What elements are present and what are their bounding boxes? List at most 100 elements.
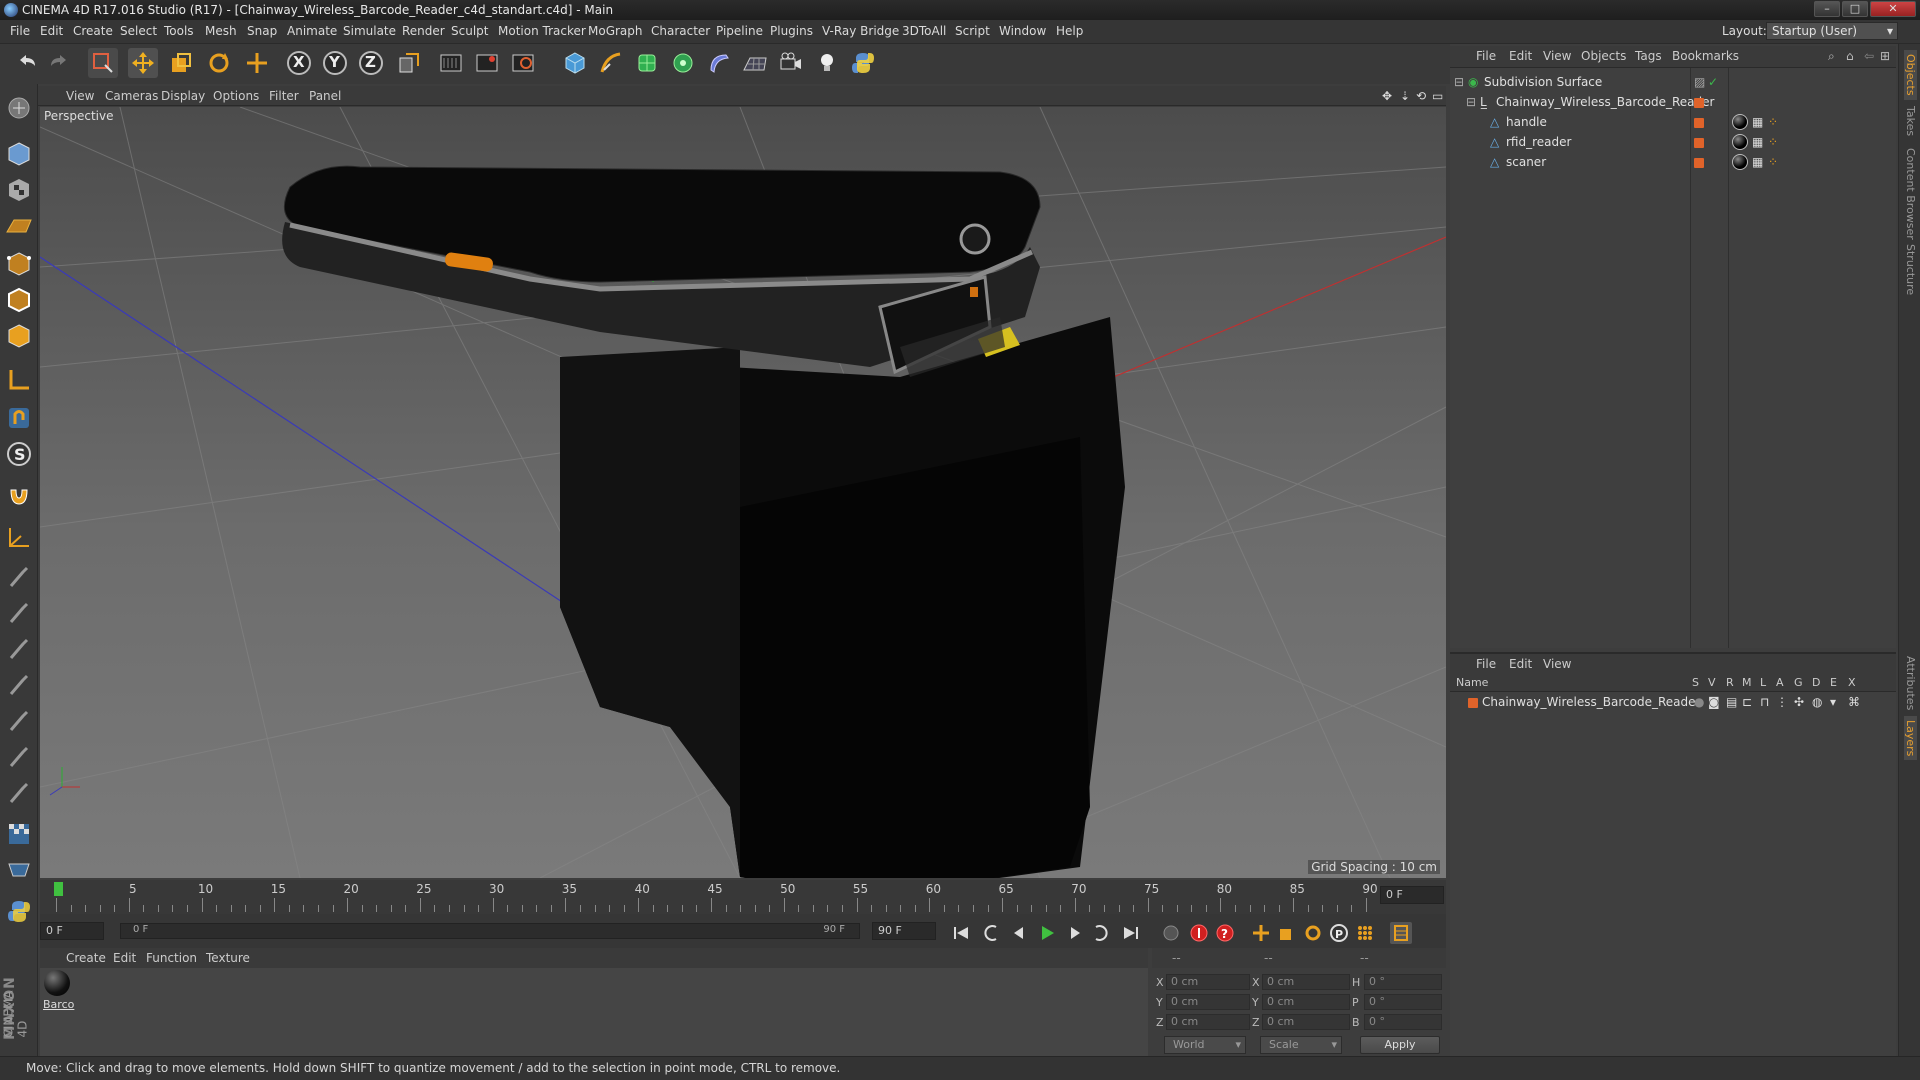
menu-help[interactable]: Help xyxy=(1056,24,1083,38)
key-position-button[interactable] xyxy=(1250,922,1272,944)
generator-icon[interactable]: ✣ xyxy=(1794,695,1804,709)
redo-button[interactable] xyxy=(44,48,74,78)
home-icon[interactable]: ⌂ xyxy=(1846,49,1854,63)
python-button[interactable] xyxy=(848,48,878,78)
material-tag-icon[interactable] xyxy=(1732,114,1748,130)
menu-mograph[interactable]: MoGraph xyxy=(588,24,643,38)
sculpt-grab-button[interactable] xyxy=(3,778,35,810)
edges-mode-button[interactable] xyxy=(3,284,35,316)
polygons-mode-button[interactable] xyxy=(3,320,35,352)
object-menu-file[interactable]: File xyxy=(1476,49,1496,63)
lock-icon[interactable]: ⊓ xyxy=(1760,695,1769,709)
material-menu-texture[interactable]: Texture xyxy=(206,951,250,965)
tab-content-browser[interactable]: Content Browser xyxy=(1904,148,1917,240)
new-view-icon[interactable]: ⊞ xyxy=(1880,49,1890,63)
coord-pos-y-field[interactable]: 0 cm xyxy=(1166,994,1250,1010)
layout-select[interactable]: Startup (User) ▾ xyxy=(1766,22,1898,40)
key-pla-button[interactable] xyxy=(1354,922,1376,944)
y-axis-button[interactable]: Y xyxy=(320,48,350,78)
sculpt-knife-button[interactable] xyxy=(3,742,35,774)
object-menu-bookmarks[interactable]: Bookmarks xyxy=(1672,49,1739,63)
uvw-tag-icon[interactable]: ▦ xyxy=(1752,115,1763,129)
minimize-button[interactable]: – xyxy=(1814,1,1840,17)
playhead[interactable] xyxy=(54,882,63,896)
solo-icon[interactable]: ● xyxy=(1694,695,1704,709)
go-to-start-button[interactable] xyxy=(950,922,972,944)
tab-structure[interactable]: Structure xyxy=(1904,244,1917,295)
layer-color-swatch[interactable] xyxy=(1694,97,1704,111)
material-swatch[interactable]: Barco xyxy=(42,970,74,1011)
snap-button[interactable]: S xyxy=(3,438,35,470)
viewport-menu-filter[interactable]: Filter xyxy=(269,89,299,103)
move-button[interactable] xyxy=(128,48,158,78)
animation-icon[interactable]: ⋮ xyxy=(1776,695,1788,709)
coord-pos-x-field[interactable]: 0 cm xyxy=(1166,974,1250,990)
object-row[interactable]: △ handle ▦ ⁘ xyxy=(1450,112,1896,132)
points-mode-button[interactable] xyxy=(3,248,35,280)
perspective-viewport[interactable]: Perspective Grid Spacing : 10 cm xyxy=(40,107,1446,878)
end-frame-field[interactable]: 90 F xyxy=(872,922,936,940)
python-script-button[interactable] xyxy=(3,896,35,928)
coord-rot-b-field[interactable]: 0 ° xyxy=(1364,1014,1442,1030)
maximize-button[interactable]: □ xyxy=(1842,1,1868,17)
sculpt-smooth-button[interactable] xyxy=(3,598,35,630)
coord-pos-z-field[interactable]: 0 cm xyxy=(1166,1014,1250,1030)
deformer-button[interactable] xyxy=(704,48,734,78)
timeline-layout-button[interactable] xyxy=(1390,922,1412,944)
menu-animate[interactable]: Animate xyxy=(287,24,337,38)
object-row[interactable]: ⊟ ◉ Subdivision Surface ▨ ✓ xyxy=(1450,72,1896,92)
live-selection-button[interactable] xyxy=(88,48,118,78)
render-clapper-icon[interactable]: ▤ xyxy=(1726,695,1737,709)
expression-icon[interactable]: ▾ xyxy=(1830,695,1836,709)
menu-mesh[interactable]: Mesh xyxy=(205,24,237,38)
viewport-menu-display[interactable]: Display xyxy=(161,89,205,103)
object-row[interactable]: ⊟ L̲ Chainway_Wireless_Barcode_Reader xyxy=(1450,92,1896,112)
enabled-check-icon[interactable]: ✓ xyxy=(1708,75,1718,89)
menu-window[interactable]: Window xyxy=(999,24,1046,38)
key-scale-button[interactable] xyxy=(1276,922,1298,944)
current-frame-field[interactable]: 0 F xyxy=(1380,886,1444,904)
coord-mode-select[interactable]: Scale ▾ xyxy=(1260,1036,1342,1054)
x-axis-button[interactable]: X xyxy=(284,48,314,78)
menu-pipeline[interactable]: Pipeline xyxy=(716,24,763,38)
viewport-camera-label[interactable]: Perspective xyxy=(44,109,114,123)
close-button[interactable]: ✕ xyxy=(1870,1,1916,17)
back-icon[interactable]: ⇦ xyxy=(1864,49,1874,63)
menu-character[interactable]: Character xyxy=(651,24,710,38)
coordinate-system-button[interactable] xyxy=(394,48,424,78)
tab-layers[interactable]: Layers xyxy=(1904,716,1917,761)
object-menu-view[interactable]: View xyxy=(1543,49,1571,63)
coord-rot-h-field[interactable]: 0 ° xyxy=(1364,974,1442,990)
phong-tag-icon[interactable]: ⁘ xyxy=(1768,115,1778,129)
rotate-button[interactable] xyxy=(204,48,234,78)
viewport-menu-cameras[interactable]: Cameras xyxy=(105,89,158,103)
menu-tools[interactable]: Tools xyxy=(164,24,194,38)
timeline-ruler[interactable]: 051015202530354045505560657075808590 0 F xyxy=(40,880,1446,914)
phong-tag-icon[interactable]: ⁘ xyxy=(1768,155,1778,169)
uv-checker-button[interactable] xyxy=(3,818,35,850)
menu-render[interactable]: Render xyxy=(402,24,445,38)
material-menu-edit[interactable]: Edit xyxy=(113,951,136,965)
viewport-menu-options[interactable]: Options xyxy=(213,89,259,103)
sculpt-pull-button[interactable] xyxy=(3,634,35,666)
uvw-tag-icon[interactable]: ▦ xyxy=(1752,155,1763,169)
previous-frame-button[interactable] xyxy=(1008,922,1030,944)
menu-3dtoall[interactable]: 3DToAll xyxy=(902,24,946,38)
key-rotation-button[interactable] xyxy=(1302,922,1324,944)
play-button[interactable] xyxy=(1036,922,1058,944)
object-menu-tags[interactable]: Tags xyxy=(1635,49,1662,63)
search-icon[interactable]: ⌕ xyxy=(1828,49,1835,64)
viewport-rotate-icon[interactable]: ⟲ xyxy=(1416,89,1426,103)
layer-toggle-icon[interactable]: ▨ xyxy=(1694,75,1705,89)
viewport-zoom-icon[interactable]: ⇣ xyxy=(1400,89,1410,103)
make-editable-button[interactable] xyxy=(3,92,35,124)
axis-mode-button[interactable] xyxy=(3,364,35,396)
menu-create[interactable]: Create xyxy=(73,24,113,38)
workplane-mode-button[interactable] xyxy=(3,210,35,242)
object-menu-edit[interactable]: Edit xyxy=(1509,49,1532,63)
recent-tool-button[interactable] xyxy=(242,48,272,78)
material-tag-icon[interactable] xyxy=(1732,134,1748,150)
pen-spline-button[interactable] xyxy=(596,48,626,78)
object-row[interactable]: △ rfid_reader ▦ ⁘ xyxy=(1450,132,1896,152)
menu-edit[interactable]: Edit xyxy=(40,24,63,38)
